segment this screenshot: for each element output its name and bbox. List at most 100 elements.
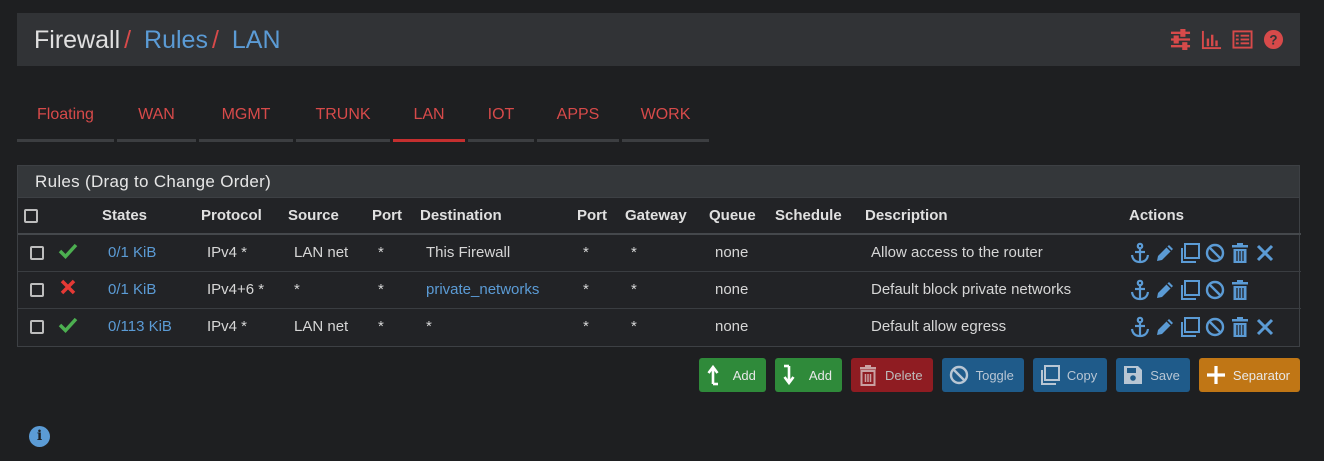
destination-port-cell: * bbox=[583, 244, 589, 262]
copy-icon[interactable] bbox=[1179, 279, 1201, 301]
check-icon[interactable] bbox=[58, 315, 78, 335]
delete-label: Delete bbox=[885, 367, 923, 383]
sliders-icon[interactable] bbox=[1170, 29, 1191, 50]
svg-text:?: ? bbox=[1269, 32, 1277, 47]
plus-icon bbox=[1206, 366, 1225, 384]
row-actions bbox=[1129, 242, 1301, 264]
separator-label: Separator bbox=[1232, 367, 1290, 383]
description-cell: Default block private networks bbox=[865, 270, 1129, 308]
disable-icon[interactable] bbox=[1204, 279, 1226, 301]
column-schedule: Schedule bbox=[775, 198, 865, 235]
schedule-cell bbox=[775, 270, 865, 308]
tab-work[interactable]: WORK bbox=[622, 96, 709, 142]
breadcrumb-lan[interactable]: LAN bbox=[232, 26, 281, 54]
block-x-icon[interactable] bbox=[58, 278, 78, 298]
page-header: Firewall / Rules / LAN ? bbox=[17, 13, 1300, 66]
separator-button[interactable]: Separator bbox=[1198, 358, 1300, 392]
anchor-icon[interactable] bbox=[1129, 242, 1151, 264]
delete-button[interactable]: Delete bbox=[851, 358, 933, 392]
source-cell: LAN net bbox=[288, 307, 372, 345]
anchor-icon[interactable] bbox=[1129, 279, 1151, 301]
save-icon bbox=[1124, 366, 1143, 384]
save-button[interactable]: Save bbox=[1116, 358, 1190, 392]
destination-cell: * bbox=[420, 307, 577, 345]
tab-apps[interactable]: APPS bbox=[537, 96, 619, 142]
tab-iot[interactable]: IOT bbox=[468, 96, 534, 142]
tab-floating[interactable]: Floating bbox=[17, 96, 114, 142]
copy-icon bbox=[1040, 365, 1060, 385]
table-row[interactable]: 0/1 KiB IPv4+6 * * * private_networks * … bbox=[18, 270, 1301, 308]
breadcrumb: Firewall / Rules / LAN bbox=[34, 26, 281, 54]
protocol-cell: IPv4+6 * bbox=[201, 270, 288, 308]
source-cell: LAN net bbox=[294, 244, 349, 262]
gateway-cell: * bbox=[631, 244, 637, 262]
check-icon[interactable] bbox=[58, 241, 78, 261]
states-link[interactable]: 0/1 KiB bbox=[108, 281, 156, 298]
destination-alias-link[interactable]: private_networks bbox=[426, 281, 539, 298]
add-top-button[interactable]: Add bbox=[698, 358, 766, 392]
copy-label: Copy bbox=[1066, 367, 1098, 383]
add-bottom-label: Add bbox=[808, 367, 833, 383]
add-bottom-button[interactable]: Add bbox=[774, 358, 843, 392]
table-row[interactable]: 0/1 KiB IPv4 * LAN net * This Firewall *… bbox=[18, 234, 1301, 271]
column-description: Description bbox=[865, 198, 1129, 235]
toggle-label: Toggle bbox=[975, 367, 1014, 383]
schedule-cell bbox=[775, 234, 865, 271]
protocol-cell: IPv4 * bbox=[207, 244, 248, 262]
tab-mgmt[interactable]: MGMT bbox=[199, 96, 293, 142]
queue-cell: none bbox=[709, 307, 775, 345]
edit-icon[interactable] bbox=[1154, 316, 1176, 338]
select-all-checkbox[interactable] bbox=[24, 209, 38, 224]
breadcrumb-separator: / bbox=[211, 26, 219, 54]
trash-icon[interactable] bbox=[1229, 279, 1251, 301]
tab-lan[interactable]: LAN bbox=[393, 96, 465, 142]
copy-icon[interactable] bbox=[1179, 316, 1201, 338]
gateway-cell: * bbox=[625, 270, 709, 308]
column-source-port: Port bbox=[372, 198, 420, 235]
rules-table: States Protocol Source Port Destination … bbox=[18, 198, 1301, 345]
source-port-cell: * bbox=[372, 270, 420, 308]
queue-cell: none bbox=[709, 270, 775, 308]
list-icon[interactable] bbox=[1232, 29, 1253, 50]
destination-port-cell: * bbox=[577, 307, 625, 345]
protocol-cell: IPv4 * bbox=[201, 307, 288, 345]
tab-wan[interactable]: WAN bbox=[117, 96, 196, 142]
edit-icon[interactable] bbox=[1154, 279, 1176, 301]
delete-x-icon[interactable] bbox=[1254, 316, 1276, 338]
breadcrumb-firewall: Firewall bbox=[34, 26, 121, 54]
row-actions bbox=[1129, 316, 1301, 338]
row-checkbox[interactable] bbox=[30, 283, 44, 298]
arrow-down-turn-icon bbox=[783, 364, 795, 386]
help-icon[interactable]: ? bbox=[1263, 29, 1284, 50]
breadcrumb-separator: / bbox=[124, 26, 132, 54]
states-link[interactable]: 0/113 KiB bbox=[108, 318, 172, 335]
anchor-icon[interactable] bbox=[1129, 316, 1151, 338]
disable-icon[interactable] bbox=[1204, 316, 1226, 338]
copy-icon[interactable] bbox=[1179, 242, 1201, 264]
interface-tabs: Floating WAN MGMT TRUNK LAN IOT APPS WOR… bbox=[17, 96, 712, 142]
bar-chart-icon[interactable] bbox=[1201, 29, 1222, 50]
ban-icon bbox=[949, 365, 968, 385]
trash-icon[interactable] bbox=[1229, 242, 1251, 264]
action-buttons: Add Add Delete Toggle Copy Save Separato… bbox=[698, 358, 1300, 392]
arrow-up-turn-icon bbox=[707, 364, 719, 386]
column-gateway: Gateway bbox=[625, 198, 709, 235]
edit-icon[interactable] bbox=[1154, 242, 1176, 264]
disable-icon[interactable] bbox=[1204, 242, 1226, 264]
toggle-button[interactable]: Toggle bbox=[941, 358, 1024, 392]
trash-icon bbox=[860, 365, 877, 386]
column-protocol: Protocol bbox=[201, 198, 288, 235]
breadcrumb-rules[interactable]: Rules bbox=[144, 26, 208, 54]
column-actions: Actions bbox=[1129, 198, 1301, 235]
table-row[interactable]: 0/113 KiB IPv4 * LAN net * * * * none De… bbox=[18, 307, 1301, 345]
description-cell: Allow access to the router bbox=[871, 244, 1043, 262]
row-checkbox[interactable] bbox=[30, 320, 44, 335]
delete-x-icon[interactable] bbox=[1254, 242, 1276, 264]
row-checkbox[interactable] bbox=[30, 246, 44, 261]
copy-button[interactable]: Copy bbox=[1032, 358, 1108, 392]
info-icon[interactable]: i bbox=[29, 426, 50, 447]
states-link[interactable]: 0/1 KiB bbox=[108, 244, 156, 261]
trash-icon[interactable] bbox=[1229, 316, 1251, 338]
tab-trunk[interactable]: TRUNK bbox=[296, 96, 390, 142]
table-header-row: States Protocol Source Port Destination … bbox=[18, 198, 1301, 235]
